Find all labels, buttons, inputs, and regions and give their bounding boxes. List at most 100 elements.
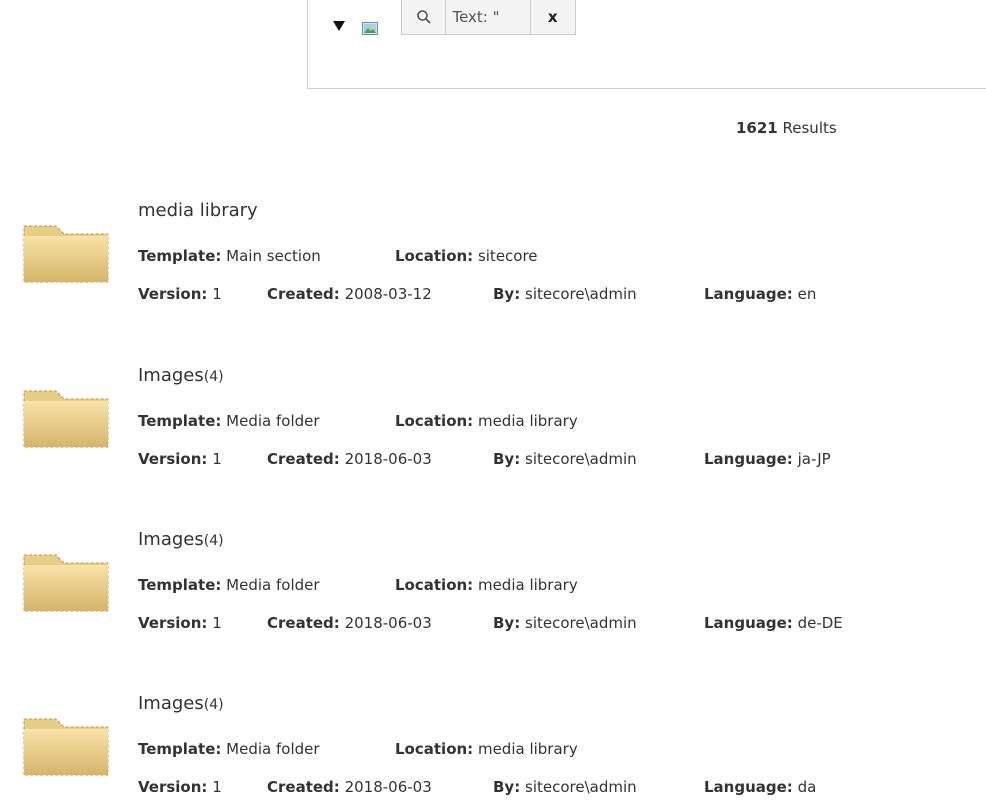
version-field: Version: 1 xyxy=(138,614,222,632)
created-label: Created: xyxy=(267,285,340,303)
version-value: 1 xyxy=(212,778,222,796)
version-value: 1 xyxy=(212,450,222,468)
location-label: Location: xyxy=(395,740,474,758)
created-label: Created: xyxy=(267,614,340,632)
language-label: Language: xyxy=(704,285,793,303)
result-child-count: (4) xyxy=(203,533,224,549)
by-value: sitecore\admin xyxy=(525,778,637,796)
by-value: sitecore\admin xyxy=(525,450,637,468)
version-field: Version: 1 xyxy=(138,450,222,468)
version-value: 1 xyxy=(212,614,222,632)
result-title-text[interactable]: Images xyxy=(138,693,204,714)
results-count-number: 1621 xyxy=(736,119,778,137)
location-label: Location: xyxy=(395,247,474,265)
by-label: By: xyxy=(493,450,521,468)
result-title[interactable]: Images(4) xyxy=(138,693,224,714)
folder-icon xyxy=(23,390,109,448)
result-title[interactable]: media library xyxy=(138,200,258,221)
result-title-text[interactable]: media library xyxy=(138,200,258,221)
language-label: Language: xyxy=(704,450,793,468)
language-value: en xyxy=(797,285,817,303)
version-field: Version: 1 xyxy=(138,285,222,303)
language-field: Language: ja-JP xyxy=(704,450,831,468)
location-value: sitecore xyxy=(477,247,538,265)
created-value: 2018-06-03 xyxy=(344,778,432,796)
location-label: Location: xyxy=(395,412,474,430)
template-field: Template: Main section xyxy=(138,247,321,265)
result-child-count: (4) xyxy=(203,697,224,713)
by-field: By: sitecore\admin xyxy=(493,778,637,796)
template-field: Template: Media folder xyxy=(138,576,320,594)
location-field: Location: media library xyxy=(395,740,578,758)
result-title-text[interactable]: Images xyxy=(138,365,204,386)
result-item[interactable]: Images(4) Template: Media folder Locatio… xyxy=(0,363,986,483)
result-item[interactable]: media library Template: Main section Loc… xyxy=(0,198,986,318)
version-label: Version: xyxy=(138,450,208,468)
folder-icon xyxy=(23,225,109,283)
version-label: Version: xyxy=(138,614,208,632)
created-field: Created: 2008-03-12 xyxy=(267,285,432,303)
created-field: Created: 2018-06-03 xyxy=(267,450,432,468)
template-value: Media folder xyxy=(226,412,320,430)
location-value: media library xyxy=(477,740,578,758)
language-value: de-DE xyxy=(797,614,843,632)
location-field: Location: media library xyxy=(395,576,578,594)
search-icon[interactable] xyxy=(402,0,447,34)
created-value: 2018-06-03 xyxy=(344,614,432,632)
created-value: 2008-03-12 xyxy=(344,285,432,303)
result-title[interactable]: Images(4) xyxy=(138,365,224,386)
location-value: media library xyxy=(477,412,578,430)
by-field: By: sitecore\admin xyxy=(493,450,637,468)
location-label: Location: xyxy=(395,576,474,594)
language-field: Language: de-DE xyxy=(704,614,843,632)
version-value: 1 xyxy=(212,285,222,303)
template-label: Template: xyxy=(138,576,222,594)
result-item[interactable]: Images(4) Template: Media folder Locatio… xyxy=(0,527,986,647)
language-label: Language: xyxy=(704,614,793,632)
by-field: By: sitecore\admin xyxy=(493,285,637,303)
template-field: Template: Media folder xyxy=(138,740,320,758)
by-field: By: sitecore\admin xyxy=(493,614,637,632)
result-title[interactable]: Images(4) xyxy=(138,529,224,550)
result-title-text[interactable]: Images xyxy=(138,529,204,550)
by-label: By: xyxy=(493,778,521,796)
location-field: Location: media library xyxy=(395,412,578,430)
image-icon[interactable] xyxy=(362,22,378,35)
by-value: sitecore\admin xyxy=(525,285,637,303)
location-field: Location: sitecore xyxy=(395,247,538,265)
language-value: ja-JP xyxy=(797,450,831,468)
by-value: sitecore\admin xyxy=(525,614,637,632)
language-value: da xyxy=(797,778,817,796)
created-field: Created: 2018-06-03 xyxy=(267,614,432,632)
result-item[interactable]: Images(4) Template: Media folder Locatio… xyxy=(0,691,986,801)
folder-icon xyxy=(23,554,109,612)
collapse-triangle-icon[interactable] xyxy=(333,21,345,31)
results-count: 1621 Results xyxy=(736,119,837,137)
location-value: media library xyxy=(477,576,578,594)
created-value: 2018-06-03 xyxy=(344,450,432,468)
template-label: Template: xyxy=(138,412,222,430)
template-value: Media folder xyxy=(226,740,320,758)
created-label: Created: xyxy=(267,450,340,468)
template-label: Template: xyxy=(138,740,222,758)
search-results-page: Text: " x 1621 Results media library Tem… xyxy=(0,0,986,801)
template-value: Main section xyxy=(226,247,321,265)
version-label: Version: xyxy=(138,778,208,796)
folder-icon xyxy=(23,718,109,776)
template-field: Template: Media folder xyxy=(138,412,320,430)
language-label: Language: xyxy=(704,778,793,796)
created-label: Created: xyxy=(267,778,340,796)
search-filter-box: Text: " x xyxy=(401,0,576,35)
clear-filter-button[interactable]: x xyxy=(531,0,575,34)
template-value: Media folder xyxy=(226,576,320,594)
template-label: Template: xyxy=(138,247,222,265)
created-field: Created: 2018-06-03 xyxy=(267,778,432,796)
search-text-filter[interactable]: Text: " xyxy=(446,0,531,34)
version-field: Version: 1 xyxy=(138,778,222,796)
by-label: By: xyxy=(493,614,521,632)
result-child-count: (4) xyxy=(203,369,224,385)
language-field: Language: en xyxy=(704,285,816,303)
version-label: Version: xyxy=(138,285,208,303)
results-count-label: Results xyxy=(777,119,837,137)
by-label: By: xyxy=(493,285,521,303)
